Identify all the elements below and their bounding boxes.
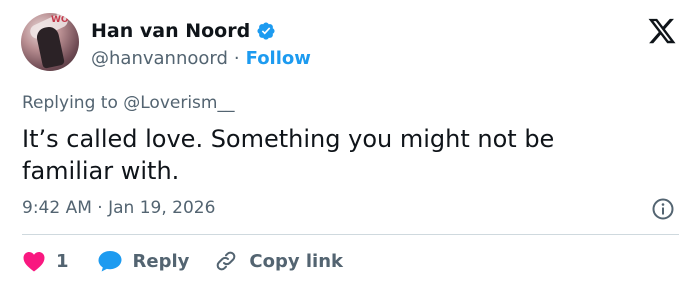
reply-label: Reply xyxy=(132,250,190,272)
avatar[interactable]: WO xyxy=(21,13,79,71)
reply-bubble-icon xyxy=(98,251,122,272)
copy-link-button[interactable]: Copy link xyxy=(213,249,343,273)
reply-button[interactable]: Reply xyxy=(97,249,190,273)
x-logo-icon[interactable] xyxy=(646,16,678,46)
author-handle[interactable]: @hanvannoord xyxy=(91,48,228,69)
divider xyxy=(22,234,679,235)
heart-icon xyxy=(23,252,45,272)
reply-prefix: Replying to xyxy=(22,93,118,113)
copy-link-label: Copy link xyxy=(249,250,343,272)
author-name[interactable]: Han van Noord xyxy=(91,20,250,42)
tweet-text: It’s called love. Something you might no… xyxy=(22,125,555,185)
action-bar: 1 Reply Copy link xyxy=(22,247,367,275)
avatar-text: WO xyxy=(51,15,69,25)
author-handle-row: @hanvannoord · Follow xyxy=(91,48,311,69)
follow-button[interactable]: Follow xyxy=(246,48,311,69)
reply-context: Replying to @Loverism__ xyxy=(22,93,234,113)
reply-mention-link[interactable]: @Loverism__ xyxy=(123,93,234,113)
verified-badge-icon xyxy=(257,22,275,40)
info-icon[interactable] xyxy=(651,197,675,221)
avatar-figure xyxy=(35,25,65,69)
author-name-row: Han van Noord xyxy=(91,20,276,42)
like-count: 1 xyxy=(56,250,69,272)
like-button[interactable]: 1 xyxy=(22,250,69,272)
link-icon xyxy=(217,251,236,271)
tweet-card: WO Han van Noord @hanvannoord · Follow R… xyxy=(0,0,700,287)
tweet-timestamp[interactable]: 9:42 AM · Jan 19, 2026 xyxy=(22,198,215,218)
separator-dot: · xyxy=(233,48,240,69)
